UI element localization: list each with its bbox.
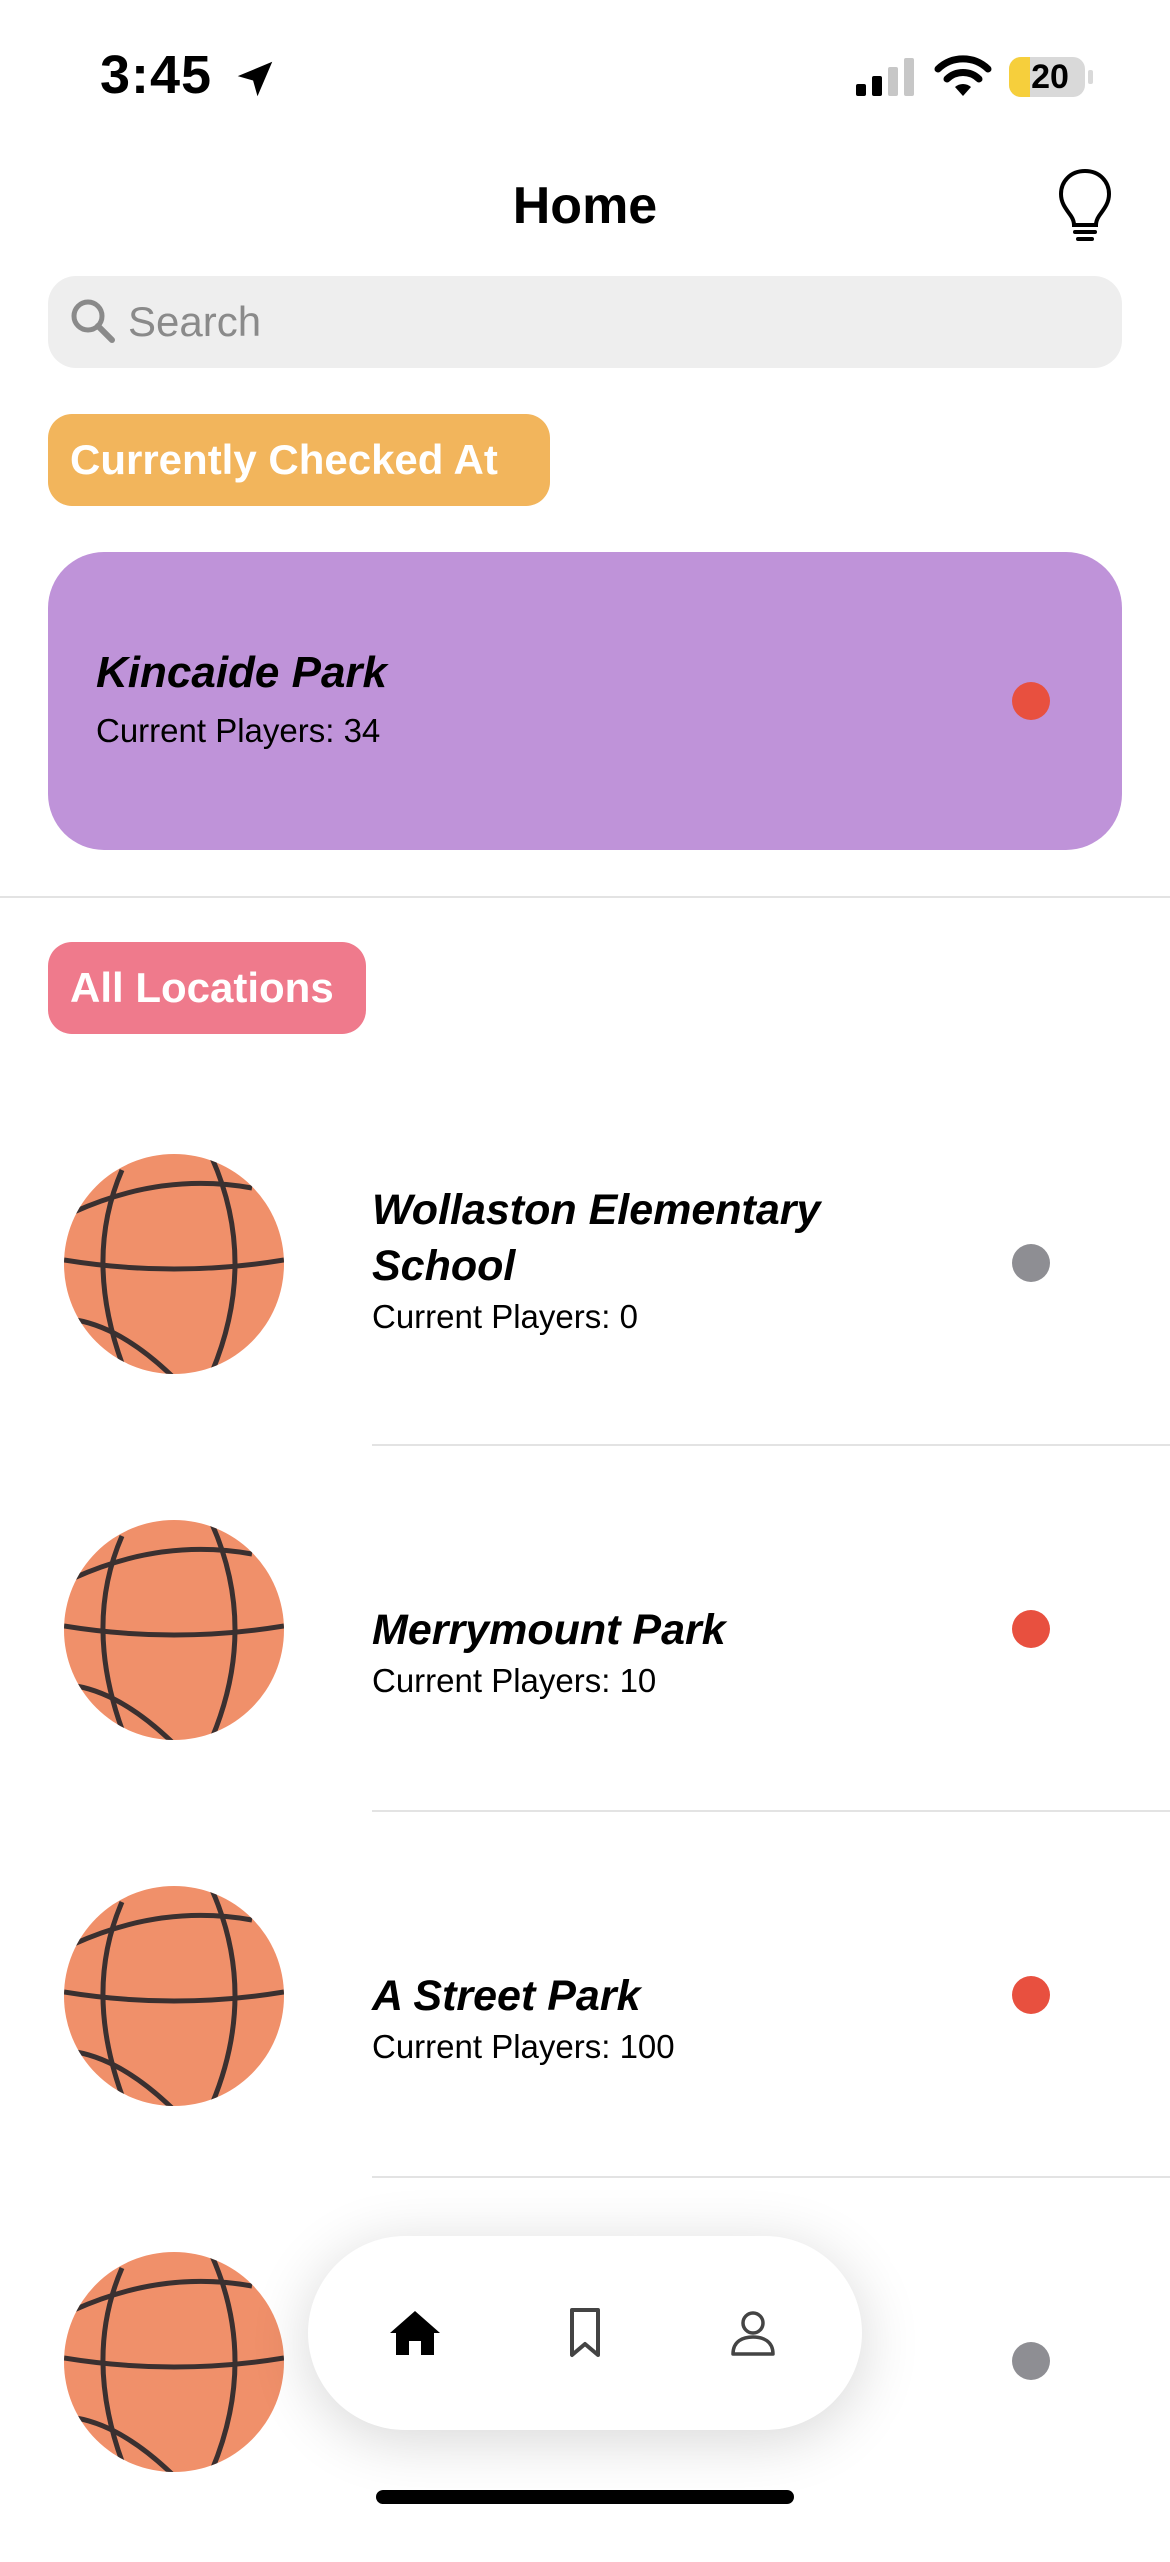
tab-profile[interactable] xyxy=(708,2288,798,2378)
status-dot xyxy=(1012,1610,1050,1648)
basketball-icon xyxy=(62,1152,286,1376)
battery-level: 20 xyxy=(1031,58,1069,96)
status-dot xyxy=(1012,2342,1050,2380)
wifi-icon xyxy=(934,55,992,96)
status-dot xyxy=(1012,682,1050,720)
bookmark-icon xyxy=(570,2308,600,2357)
location-row[interactable]: A Street Park Current Players: 100 xyxy=(0,1830,1170,2196)
basketball-icon xyxy=(62,1884,286,2108)
row-divider xyxy=(372,2176,1170,2178)
location-row[interactable]: Wollaston Elementary School Current Playe… xyxy=(0,1098,1170,1464)
location-arrow-icon xyxy=(237,61,273,97)
location-players: Current Players: 100 xyxy=(372,2028,675,2065)
search-icon xyxy=(71,299,115,343)
current-location-name: Kincaide Park xyxy=(96,648,388,697)
basketball-icon xyxy=(62,1518,286,1742)
home-indicator xyxy=(376,2490,794,2504)
tab-bar xyxy=(308,2236,862,2430)
cellular-signal-icon xyxy=(856,58,914,96)
home-icon xyxy=(390,2311,440,2355)
lightbulb-icon[interactable] xyxy=(1056,168,1114,244)
currently-checked-tag: Currently Checked At xyxy=(48,414,550,506)
page-title: Home xyxy=(512,177,658,235)
row-divider xyxy=(372,1444,1170,1446)
person-icon xyxy=(731,2311,775,2356)
search-input[interactable] xyxy=(128,284,1088,360)
status-time: 3:45 xyxy=(100,45,213,105)
status-dot xyxy=(1012,1244,1050,1282)
current-location-players: Current Players: 34 xyxy=(96,712,381,749)
location-players: Current Players: 10 xyxy=(372,1662,657,1699)
location-name: A Street Park xyxy=(372,1972,641,2020)
tab-saved[interactable] xyxy=(540,2288,630,2378)
all-locations-tag: All Locations xyxy=(48,942,366,1034)
status-dot xyxy=(1012,1976,1050,2014)
location-name: Merrymount Park xyxy=(372,1606,726,1654)
tab-home[interactable] xyxy=(370,2288,460,2378)
basketball-icon xyxy=(62,2250,286,2474)
row-divider xyxy=(372,1810,1170,1812)
section-divider xyxy=(0,896,1170,898)
location-row[interactable]: Merrymount Park Current Players: 10 xyxy=(0,1464,1170,1830)
location-name: Wollaston Elementary School xyxy=(372,1186,821,1290)
current-location-card[interactable] xyxy=(48,552,1122,850)
location-players: Current Players: 0 xyxy=(372,1298,638,1335)
